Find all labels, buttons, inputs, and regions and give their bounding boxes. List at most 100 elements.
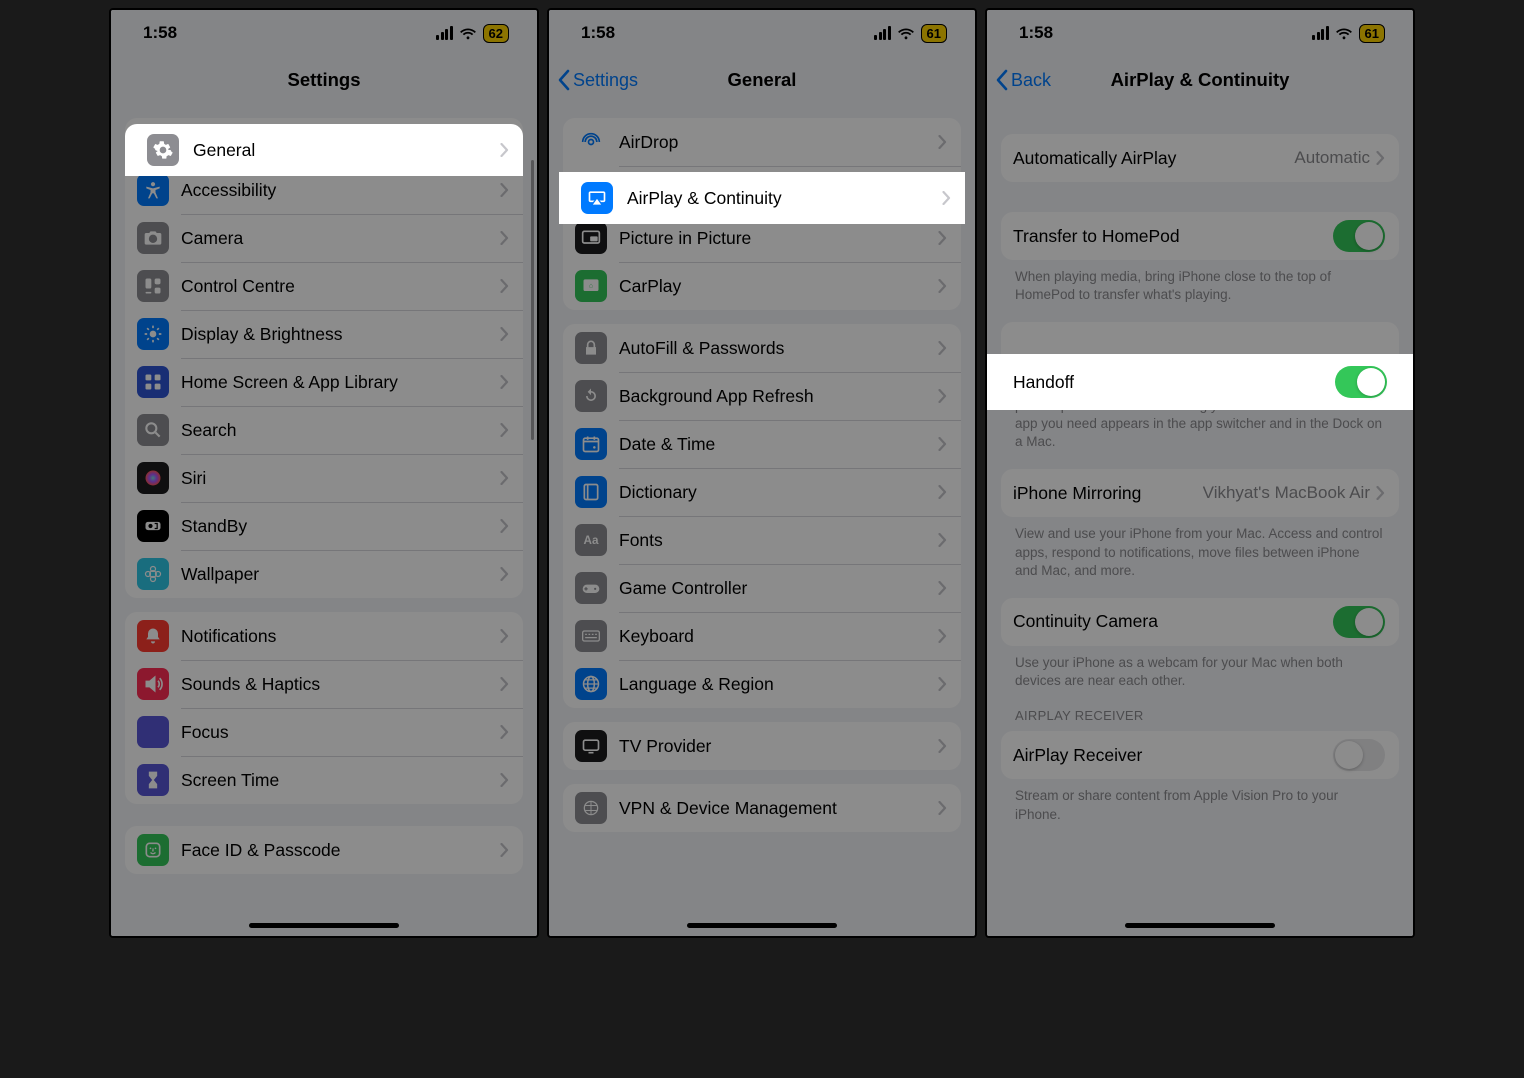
faceid-icon [137, 834, 169, 866]
row-auto-airplay[interactable]: Automatically AirPlay Automatic [1001, 134, 1399, 182]
row-screen-time[interactable]: Screen Time [125, 756, 523, 804]
signal-icon [436, 26, 453, 40]
chevron-right-icon [500, 375, 509, 389]
row-label: StandBy [181, 516, 500, 537]
row-label: Automatically AirPlay [1013, 148, 1294, 169]
row-label: Picture in Picture [619, 228, 938, 249]
row-fonts[interactable]: AaFonts [563, 516, 961, 564]
signal-icon [874, 26, 891, 40]
row-focus[interactable]: Focus [125, 708, 523, 756]
back-button[interactable]: Settings [557, 69, 638, 91]
battery-badge: 61 [1359, 24, 1385, 43]
row-vpn[interactable]: VPN & Device Management [563, 784, 961, 832]
section-notifications: Notifications Sounds & Haptics Focus Screen… [125, 612, 523, 804]
airplay-icon [581, 182, 613, 214]
back-button[interactable]: Back [995, 69, 1051, 91]
page-title: AirPlay & Continuity [1111, 69, 1290, 91]
chevron-right-icon [1376, 151, 1385, 165]
screen-time-icon [137, 764, 169, 796]
row-label: Focus [181, 722, 500, 743]
chevron-right-icon [500, 183, 509, 197]
autofill-icon [575, 332, 607, 364]
camera-icon [137, 222, 169, 254]
battery-badge: 62 [483, 24, 509, 43]
row-sounds[interactable]: Sounds & Haptics [125, 660, 523, 708]
chevron-right-icon [938, 581, 947, 595]
chevron-right-icon [500, 677, 509, 691]
wifi-icon [1335, 27, 1353, 40]
row-airplay-receiver[interactable]: AirPlay Receiver [1001, 731, 1399, 779]
toggle-transfer[interactable] [1333, 220, 1385, 252]
row-airplay-highlight[interactable]: AirPlay & Continuity [559, 172, 965, 224]
row-transfer-homepod[interactable]: Transfer to HomePod [1001, 212, 1399, 260]
row-label: Handoff [1013, 372, 1335, 393]
row-dictionary[interactable]: Dictionary [563, 468, 961, 516]
chevron-right-icon [938, 341, 947, 355]
section-receiver: AirPlay Receiver [1001, 731, 1399, 779]
row-label: Screen Time [181, 770, 500, 791]
siri-icon [137, 462, 169, 494]
row-control-centre[interactable]: Control Centre [125, 262, 523, 310]
chevron-right-icon [500, 725, 509, 739]
wallpaper-icon [137, 558, 169, 590]
row-value: Vikhyat's MacBook Air [1203, 483, 1370, 503]
toggle-continuity[interactable] [1333, 606, 1385, 638]
nav-header: Back AirPlay & Continuity [987, 56, 1413, 104]
toggle-receiver[interactable] [1333, 739, 1385, 771]
chevron-right-icon [938, 231, 947, 245]
section-faceid: Face ID & Passcode [125, 826, 523, 874]
footer-continuity: Use your iPhone as a webcam for your Mac… [987, 646, 1413, 690]
row-display[interactable]: Display & Brightness [125, 310, 523, 358]
row-label: Transfer to HomePod [1013, 226, 1333, 247]
row-faceid[interactable]: Face ID & Passcode [125, 826, 523, 874]
row-siri[interactable]: Siri [125, 454, 523, 502]
row-carplay[interactable]: ⌂CarPlay [563, 262, 961, 310]
row-airdrop[interactable]: AirDrop [563, 118, 961, 166]
row-datetime[interactable]: Date & Time [563, 420, 961, 468]
row-keyboard[interactable]: Keyboard [563, 612, 961, 660]
row-label: Face ID & Passcode [181, 840, 500, 861]
home-indicator [249, 923, 399, 928]
row-bgrefresh[interactable]: Background App Refresh [563, 372, 961, 420]
row-label: Background App Refresh [619, 386, 938, 407]
header-receiver: AIRPLAY RECEIVER [987, 690, 1413, 727]
toggle-handoff[interactable] [1335, 366, 1387, 398]
row-notifications[interactable]: Notifications [125, 612, 523, 660]
chevron-right-icon [938, 677, 947, 691]
row-value: Automatic [1294, 148, 1370, 168]
row-standby[interactable]: StandBy [125, 502, 523, 550]
row-camera[interactable]: Camera [125, 214, 523, 262]
section-vpn: VPN & Device Management [563, 784, 961, 832]
row-label: General [193, 140, 500, 161]
section-transfer: Transfer to HomePod [1001, 212, 1399, 260]
signal-icon [1312, 26, 1329, 40]
airdrop-icon [575, 126, 607, 158]
row-language[interactable]: Language & Region [563, 660, 961, 708]
row-label: Keyboard [619, 626, 938, 647]
row-home-screen[interactable]: Home Screen & App Library [125, 358, 523, 406]
row-label: Language & Region [619, 674, 938, 695]
chevron-right-icon [500, 423, 509, 437]
chevron-right-icon [500, 471, 509, 485]
chevron-left-icon [557, 69, 571, 91]
row-gamectrl[interactable]: Game Controller [563, 564, 961, 612]
row-continuity-camera[interactable]: Continuity Camera [1001, 598, 1399, 646]
section-auto-airplay: Automatically AirPlay Automatic [1001, 134, 1399, 182]
sounds-icon [137, 668, 169, 700]
row-general-highlight[interactable]: General [125, 124, 523, 176]
page-title: Settings [288, 69, 361, 91]
row-label: Sounds & Haptics [181, 674, 500, 695]
screen-settings: 1:58 62 Settings GeneralAccessibilityCam… [109, 8, 539, 938]
row-autofill[interactable]: AutoFill & Passwords [563, 324, 961, 372]
row-handoff-highlight[interactable]: Handoff [987, 354, 1413, 410]
accessibility-icon [137, 174, 169, 206]
row-tvprovider[interactable]: TV Provider [563, 722, 961, 770]
row-wallpaper[interactable]: Wallpaper [125, 550, 523, 598]
chevron-right-icon [938, 629, 947, 643]
notifications-icon [137, 620, 169, 652]
row-iphone-mirroring[interactable]: iPhone Mirroring Vikhyat's MacBook Air [1001, 469, 1399, 517]
search-icon [137, 414, 169, 446]
row-search[interactable]: Search [125, 406, 523, 454]
row-label: Date & Time [619, 434, 938, 455]
row-label: AirPlay Receiver [1013, 745, 1333, 766]
